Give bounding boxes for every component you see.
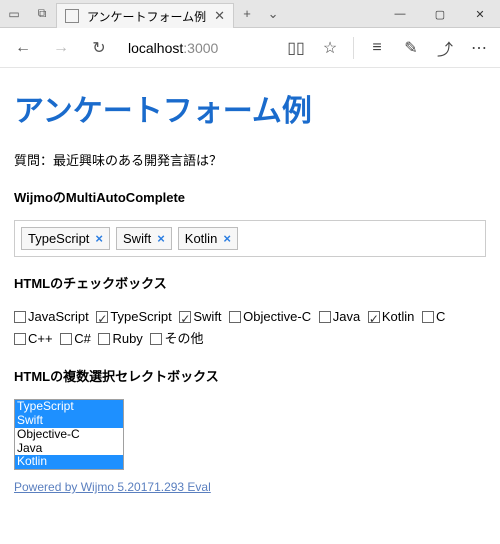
- favicon-icon: [65, 9, 79, 23]
- reading-view-icon[interactable]: ▯▯: [281, 31, 311, 65]
- checkbox-box-icon[interactable]: [14, 333, 26, 345]
- token-label: Kotlin: [185, 231, 218, 246]
- select-option-typescript[interactable]: TypeScript: [15, 400, 123, 414]
- token-swift[interactable]: Swift ×: [116, 227, 172, 250]
- checkbox-ruby[interactable]: Ruby: [98, 328, 142, 350]
- reload-button[interactable]: ↻: [82, 31, 116, 65]
- browser-toolbar: ← → ↻ localhost:3000 ▯▯ ☆ ≡ ✎ ⤴ ⋯: [0, 28, 500, 68]
- multi-select[interactable]: TypeScriptSwiftObjective-CJavaKotlin: [14, 399, 124, 470]
- question-text: 質問：最近興味のある開発言語は？: [14, 150, 486, 169]
- share-icon[interactable]: ⤴: [430, 31, 460, 65]
- checkbox-box-icon[interactable]: [60, 333, 72, 345]
- window-controls: — ▢ ✕: [380, 0, 500, 27]
- section-multiautocomplete-heading: WijmoのMultiAutoComplete: [14, 187, 486, 206]
- favorite-star-icon[interactable]: ☆: [315, 31, 345, 65]
- address-bar[interactable]: localhost:3000: [126, 36, 271, 60]
- checkbox-label: JavaScript: [28, 309, 89, 324]
- checkbox-group: JavaScript TypeScript Swift Objective-C …: [14, 306, 486, 350]
- token-remove-icon[interactable]: ×: [157, 231, 165, 246]
- new-tab-button[interactable]: +: [234, 0, 260, 27]
- checkbox-label: Objective-C: [243, 309, 311, 324]
- token-label: Swift: [123, 231, 151, 246]
- wijmo-eval-link[interactable]: Powered by Wijmo 5.20171.293 Eval: [14, 480, 211, 494]
- url-port: :3000: [183, 40, 218, 56]
- checkbox-label: Java: [333, 309, 360, 324]
- checkbox-c#[interactable]: C#: [60, 328, 91, 350]
- checkbox-label: C#: [74, 331, 91, 346]
- token-typescript[interactable]: TypeScript ×: [21, 227, 110, 250]
- tab-preview-icon[interactable]: ▭: [0, 0, 28, 28]
- checkbox-label: TypeScript: [110, 309, 171, 324]
- tab-aside-icon[interactable]: ⧉: [28, 0, 56, 28]
- checkbox-box-icon[interactable]: [179, 311, 191, 323]
- checkbox-box-icon[interactable]: [422, 311, 434, 323]
- section-checkbox-heading: HTMLのチェックボックス: [14, 273, 486, 292]
- section-select-heading: HTMLの複数選択セレクトボックス: [14, 366, 486, 385]
- multi-auto-complete[interactable]: TypeScript × Swift × Kotlin ×: [14, 220, 486, 257]
- titlebar-left-group: ▭ ⧉: [0, 0, 56, 27]
- browser-tab[interactable]: アンケートフォーム例 ✕: [56, 3, 234, 28]
- back-button[interactable]: ←: [6, 31, 40, 65]
- token-remove-icon[interactable]: ×: [95, 231, 103, 246]
- minimize-button[interactable]: —: [380, 0, 420, 28]
- tab-dropdown-icon[interactable]: ⌄: [260, 0, 286, 27]
- checkbox-c++[interactable]: C++: [14, 328, 53, 350]
- checkbox-box-icon[interactable]: [368, 311, 380, 323]
- checkbox-box-icon[interactable]: [319, 311, 331, 323]
- checkbox-c[interactable]: C: [422, 306, 445, 328]
- token-kotlin[interactable]: Kotlin ×: [178, 227, 238, 250]
- checkbox-label: Kotlin: [382, 309, 415, 324]
- checkbox-その他[interactable]: その他: [150, 328, 203, 350]
- checkbox-label: C: [436, 309, 445, 324]
- checkbox-label: Ruby: [112, 331, 142, 346]
- hub-icon[interactable]: ≡: [362, 31, 392, 65]
- checkbox-box-icon[interactable]: [150, 333, 162, 345]
- checkbox-box-icon[interactable]: [98, 333, 110, 345]
- checkbox-box-icon[interactable]: [14, 311, 26, 323]
- url-host: localhost: [128, 40, 183, 56]
- token-label: TypeScript: [28, 231, 89, 246]
- checkbox-label: Swift: [193, 309, 221, 324]
- checkbox-typescript[interactable]: TypeScript: [96, 306, 171, 328]
- token-remove-icon[interactable]: ×: [223, 231, 231, 246]
- tab-close-icon[interactable]: ✕: [214, 8, 225, 24]
- forward-button[interactable]: →: [44, 31, 78, 65]
- checkbox-label: その他: [164, 331, 203, 346]
- checkbox-box-icon[interactable]: [229, 311, 241, 323]
- checkbox-label: C++: [28, 331, 53, 346]
- checkbox-kotlin[interactable]: Kotlin: [368, 306, 415, 328]
- select-option-objective-c[interactable]: Objective-C: [15, 428, 123, 442]
- window-titlebar: ▭ ⧉ アンケートフォーム例 ✕ + ⌄ — ▢ ✕: [0, 0, 500, 28]
- select-option-kotlin[interactable]: Kotlin: [15, 455, 123, 469]
- select-option-swift[interactable]: Swift: [15, 414, 123, 428]
- checkbox-box-icon[interactable]: [96, 311, 108, 323]
- page-content: アンケートフォーム例 質問：最近興味のある開発言語は？ WijmoのMultiA…: [0, 68, 500, 544]
- maximize-button[interactable]: ▢: [420, 0, 460, 28]
- tab-title: アンケートフォーム例: [87, 8, 206, 25]
- window-close-button[interactable]: ✕: [460, 0, 500, 28]
- checkbox-swift[interactable]: Swift: [179, 306, 221, 328]
- more-icon[interactable]: ⋯: [464, 31, 494, 65]
- checkbox-java[interactable]: Java: [319, 306, 360, 328]
- select-option-java[interactable]: Java: [15, 442, 123, 456]
- checkbox-objective-c[interactable]: Objective-C: [229, 306, 311, 328]
- page-title: アンケートフォーム例: [14, 86, 486, 130]
- checkbox-javascript[interactable]: JavaScript: [14, 306, 89, 328]
- toolbar-separator: [353, 37, 354, 59]
- notes-icon[interactable]: ✎: [396, 31, 426, 65]
